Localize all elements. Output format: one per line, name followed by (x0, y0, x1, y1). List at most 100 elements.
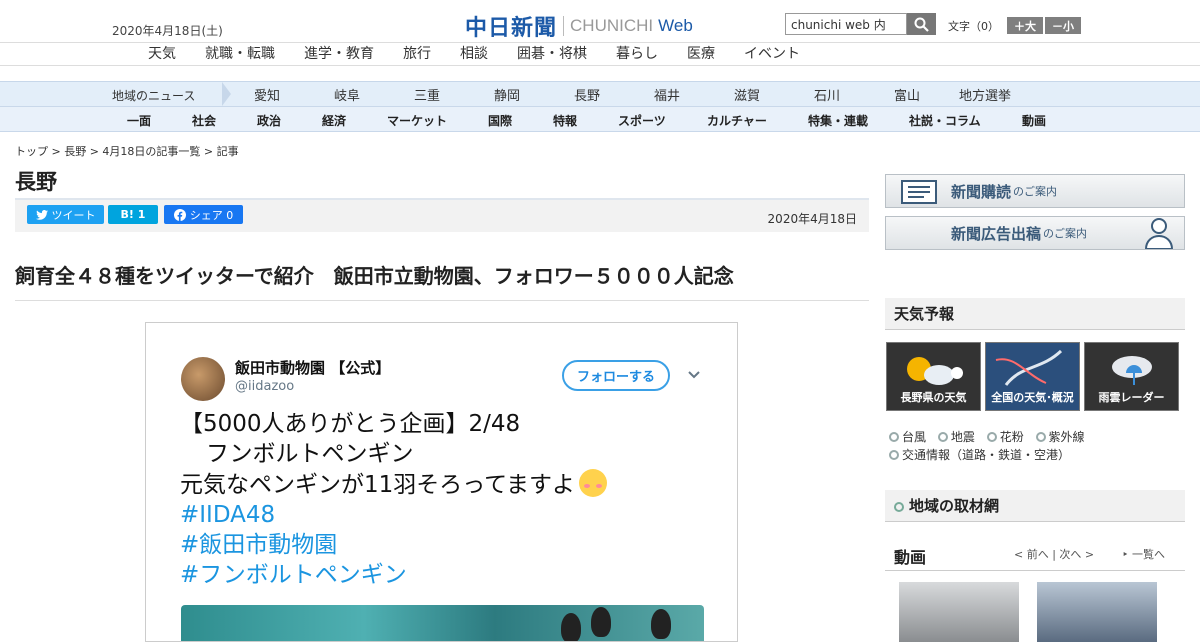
section-nav: 一面 社会 政治 経済 マーケット 国際 特報 スポーツ カルチャー 特集・連載… (0, 106, 1200, 132)
region-nav-item[interactable]: 滋賀 (734, 85, 760, 104)
category-nav-item[interactable]: 旅行 (403, 43, 431, 65)
weather-links: 台風 地震 花粉 紫外線 交通情報（道路・鉄道・空港） (889, 428, 1093, 464)
breadcrumb[interactable]: トップ > 長野 > 4月18日の記事一覧 > 記事 (15, 143, 239, 159)
weather-link-typhoon[interactable]: 台風 (889, 430, 926, 444)
hatena-bookmark-button[interactable]: B! 1 (108, 205, 158, 224)
video-thumbnail[interactable] (1037, 582, 1157, 642)
section-nav-item[interactable]: 一面 (127, 112, 151, 129)
section-nav-item[interactable]: 特報 (553, 112, 577, 129)
logo-english: CHUNICHI (570, 16, 654, 35)
sun-cloud-icon (907, 357, 963, 385)
regional-reporting-title: 地域の取材網 (909, 497, 1000, 515)
tweet-hashtag: #飯田市動物園 (180, 532, 338, 558)
regional-reporting-section[interactable]: 地域の取材網 (885, 490, 1185, 522)
region-nav-item[interactable]: 石川 (814, 85, 840, 104)
region-nav-item[interactable]: 静岡 (494, 85, 520, 104)
video-thumbnail[interactable] (899, 582, 1019, 642)
weather-section-title: 天気予報 (885, 298, 1185, 330)
tweet-line: 元気なペンギンが11羽そろってますよ (180, 472, 575, 498)
weather-tile-nagano[interactable]: 長野県の天気 (886, 342, 981, 411)
subscription-banner-subtitle: のご案内 (1013, 185, 1058, 198)
embedded-tweet-image[interactable]: 飯田市動物園 【公式】 @iidazoo フォローする 【5000人ありがとう企… (145, 322, 738, 642)
subscription-banner[interactable]: 新聞購読 のご案内 (885, 174, 1185, 208)
category-nav-item[interactable]: 相談 (460, 43, 488, 65)
tweet-body: 【5000人ありがとう企画】2/48 フンボルトペンギン 元気なペンギンが11羽… (180, 409, 607, 590)
section-nav-item[interactable]: 国際 (488, 112, 512, 129)
tweet-button[interactable]: ツイート (27, 205, 104, 224)
weather-link-earthquake[interactable]: 地震 (937, 430, 975, 444)
tweet-line: フンボルトペンギン (206, 441, 414, 467)
category-nav-item[interactable]: 暮らし (616, 43, 658, 65)
traffic-info-link[interactable]: 交通情報（道路・鉄道・空港） (889, 446, 1093, 464)
twitter-bird-icon (35, 209, 48, 220)
weather-link-uv[interactable]: 紫外線 (1035, 430, 1085, 444)
weather-tile-label: 長野県の天気 (900, 391, 967, 404)
category-nav-item[interactable]: 就職・転職 (205, 43, 275, 65)
region-nav-item[interactable]: 岐阜 (334, 85, 360, 104)
site-logo[interactable]: 中日新聞 CHUNICHI Web (465, 10, 693, 42)
tweet-label: ツイート (51, 208, 96, 222)
bullet-icon (894, 502, 904, 512)
penguin-photo (181, 605, 704, 641)
video-section-title: 動画 (894, 548, 927, 567)
article-date: 2020年4月18日 (767, 212, 857, 226)
section-nav-item[interactable]: 動画 (1022, 112, 1046, 129)
advertising-banner[interactable]: 新聞広告出稿 のご案内 (885, 216, 1185, 250)
font-smaller-button[interactable]: －小 (1045, 17, 1081, 34)
header-date: 2020年4月18日(土) (112, 24, 223, 38)
region-nav-item[interactable]: 長野 (574, 85, 600, 104)
bullet-icon (1035, 432, 1046, 442)
bullet-icon (889, 432, 899, 442)
share-bar: ツイート B! 1 シェア 0 2020年4月18日 (15, 198, 869, 232)
section-nav-item[interactable]: カルチャー (707, 112, 767, 129)
section-nav-item[interactable]: マーケット (387, 112, 447, 129)
search-input[interactable] (785, 13, 907, 35)
search-button[interactable] (907, 13, 936, 35)
region-nav-item[interactable]: 三重 (414, 85, 440, 104)
video-list-link[interactable]: ‣ 一覧へ (1122, 546, 1165, 562)
section-nav-item[interactable]: 経済 (322, 112, 346, 129)
video-pagination[interactable]: < 前へ | 次へ > (1014, 546, 1094, 562)
newspaper-icon (901, 180, 937, 204)
advertising-banner-title: 新聞広告出稿 (951, 224, 1042, 243)
top-header: 2020年4月18日(土) 中日新聞 CHUNICHI Web 文字（0） ＋大… (0, 0, 1200, 42)
section-nav-item[interactable]: 特集・連載 (808, 112, 868, 129)
video-divider (885, 570, 1185, 571)
facebook-share-button[interactable]: シェア 0 (164, 205, 243, 224)
category-nav-item[interactable]: 進学・教育 (304, 43, 374, 65)
section-nav-item[interactable]: 社説・コラム (909, 112, 981, 129)
category-nav-item[interactable]: 囲碁・将棋 (517, 43, 587, 65)
site-search (785, 13, 936, 35)
region-nav-arrow (222, 82, 231, 106)
bullet-icon (986, 432, 997, 442)
region-nav-item[interactable]: 愛知 (254, 85, 280, 104)
tweet-account-handle: @iidazoo (235, 379, 295, 394)
bullet-icon (937, 432, 948, 442)
section-nav-item[interactable]: 政治 (257, 112, 281, 129)
section-nav-item[interactable]: スポーツ (618, 112, 666, 129)
category-nav: 天気 就職・転職 進学・教育 旅行 相談 囲碁・将棋 暮らし 医療 イベント (0, 42, 1200, 66)
logo-web: Web (658, 16, 693, 35)
article-headline: 飼育全４８種をツイッターで紹介 飯田市立動物園、フォロワー５０００人記念 (15, 264, 734, 288)
weather-link-pollen[interactable]: 花粉 (986, 430, 1024, 444)
chevron-down-icon (688, 371, 700, 379)
region-nav-item[interactable]: 富山 (894, 85, 920, 104)
category-nav-item[interactable]: イベント (744, 43, 800, 65)
tweet-line-with-emoji: 元気なペンギンが11羽そろってますよ (180, 469, 607, 500)
font-size-label: 文字（0） (948, 19, 999, 33)
facebook-icon (173, 208, 186, 221)
region-nav-heading[interactable]: 地域のニュース (112, 87, 195, 104)
category-nav-item[interactable]: 医療 (687, 43, 715, 65)
region-nav: 地域のニュース 愛知 岐阜 三重 静岡 長野 福井 滋賀 石川 富山 地方選挙 (0, 81, 1200, 106)
weather-tile-national[interactable]: 全国の天気･概況 (985, 342, 1080, 411)
font-larger-button[interactable]: ＋大 (1007, 17, 1043, 34)
bullet-icon (889, 450, 899, 460)
region-nav-item[interactable]: 福井 (654, 85, 680, 104)
tweet-line: 【5000人ありがとう企画】2/48 (180, 411, 521, 437)
account-avatar (181, 357, 225, 401)
headline-divider (15, 300, 869, 301)
category-nav-item[interactable]: 天気 (148, 43, 176, 65)
region-nav-item[interactable]: 地方選挙 (959, 85, 1011, 104)
weather-tile-radar[interactable]: 雨雲レーダー (1084, 342, 1179, 411)
section-nav-item[interactable]: 社会 (192, 112, 216, 129)
